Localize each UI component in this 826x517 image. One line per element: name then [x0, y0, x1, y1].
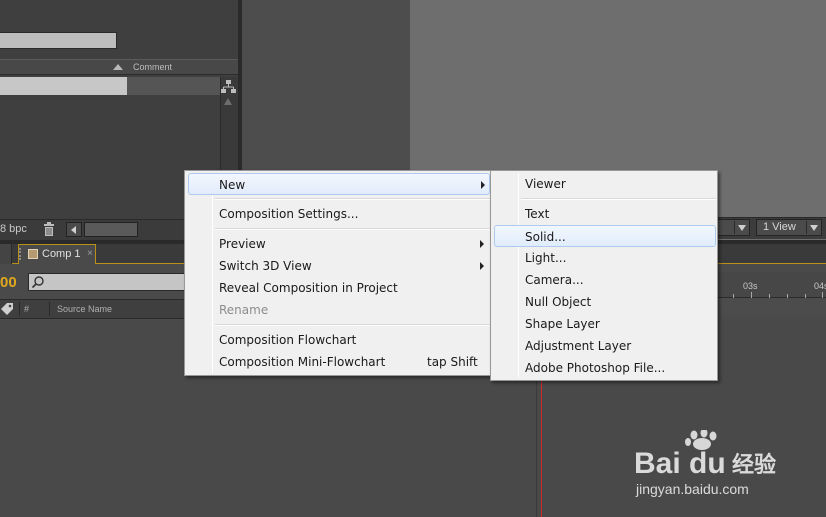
tab-label: Comp 1: [42, 248, 81, 260]
menu-item-composition-mini-flowchart[interactable]: Composition Mini-Flowchart tap Shift: [188, 351, 490, 373]
menu-item-shape-layer[interactable]: Shape Layer: [494, 313, 716, 335]
submenu-arrow-icon: [480, 262, 484, 270]
view-layout-dropdown[interactable]: 1 View: [756, 219, 822, 236]
menu-item-label: Switch 3D View: [219, 259, 312, 273]
sort-ascending-icon[interactable]: [113, 64, 123, 70]
menu-item-label: Light...: [525, 251, 567, 265]
menu-item-label: Viewer: [525, 177, 566, 191]
ruler-tick: [733, 294, 734, 298]
menu-item-new[interactable]: New: [188, 173, 490, 195]
menu-item-composition-flowchart[interactable]: Composition Flowchart: [188, 329, 490, 351]
menu-item-solid[interactable]: Solid...: [494, 225, 716, 247]
chevron-down-icon: [738, 225, 746, 231]
tab-grip-icon[interactable]: [19, 248, 23, 260]
menu-item-rename: Rename: [188, 299, 490, 321]
menu-separator: [215, 324, 490, 326]
ruler-tick: [787, 294, 788, 298]
comment-column-header[interactable]: Comment: [133, 60, 172, 75]
menu-item-switch-3d-view[interactable]: Switch 3D View: [188, 255, 490, 277]
menu-item-null-object[interactable]: Null Object: [494, 291, 716, 313]
watermark-brand: Bai du: [634, 447, 726, 480]
close-icon[interactable]: ×: [87, 246, 93, 262]
menu-item-label: Preview: [219, 237, 266, 251]
menu-item-viewer[interactable]: Viewer: [494, 173, 716, 195]
menu-item-label: Camera...: [525, 273, 584, 287]
ruler-tick-label: 04s: [814, 281, 826, 291]
horizontal-scroll-track[interactable]: [84, 222, 138, 237]
menu-separator: [215, 228, 490, 230]
menu-item-label: Composition Mini-Flowchart: [219, 355, 386, 369]
menu-item-label: Adobe Photoshop File...: [525, 361, 666, 375]
timeline-search-input[interactable]: [28, 273, 188, 291]
menu-item-label: Adjustment Layer: [525, 339, 632, 353]
chevron-down-icon: [810, 225, 818, 231]
column-divider[interactable]: [49, 302, 50, 316]
menu-item-camera[interactable]: Camera...: [494, 269, 716, 291]
timeline-tab-stub[interactable]: [0, 244, 12, 264]
menu-separator: [521, 198, 716, 200]
menu-item-adjustment-layer[interactable]: Adjustment Layer: [494, 335, 716, 357]
bit-depth-label[interactable]: 8 bpc: [0, 222, 27, 236]
watermark-url: jingyan.baidu.com: [635, 481, 749, 497]
layer-number-column-header[interactable]: #: [24, 301, 29, 317]
composition-icon: [28, 249, 38, 259]
menu-item-text[interactable]: Text: [494, 203, 716, 225]
new-submenu: Viewer Text Solid... Light... Camera... …: [490, 170, 718, 381]
trash-icon[interactable]: [43, 222, 55, 236]
source-name-column-header[interactable]: Source Name: [57, 301, 112, 317]
project-item-comment-cell[interactable]: [127, 77, 220, 95]
scroll-up-arrow-icon[interactable]: [224, 98, 232, 105]
baidu-jingyan-watermark: Bai du 经验 jingyan.baidu.com: [634, 430, 776, 497]
menu-item-label: Solid...: [525, 230, 566, 244]
scroll-left-button[interactable]: [66, 222, 82, 237]
menu-item-label: Composition Settings...: [219, 207, 359, 221]
flowchart-icon[interactable]: [221, 80, 236, 94]
ruler-tick: [822, 292, 823, 298]
label-tag-icon[interactable]: [0, 302, 14, 316]
watermark-brand-cn: 经验: [732, 452, 776, 478]
menu-item-label: Text: [525, 207, 550, 221]
menu-item-shortcut: tap Shift: [427, 355, 478, 369]
search-icon: [31, 276, 44, 289]
menu-item-label: Composition Flowchart: [219, 333, 357, 347]
project-search-field[interactable]: [0, 32, 117, 49]
menu-item-reveal-composition[interactable]: Reveal Composition in Project: [188, 277, 490, 299]
column-divider[interactable]: [19, 302, 20, 316]
menu-item-label: Rename: [219, 303, 269, 317]
menu-item-light[interactable]: Light...: [494, 247, 716, 269]
time-navigator[interactable]: [716, 297, 826, 315]
menu-item-composition-settings[interactable]: Composition Settings...: [188, 203, 490, 225]
ruler-tick: [751, 292, 752, 298]
current-time-indicator[interactable]: [541, 380, 542, 517]
menu-item-label: Reveal Composition in Project: [219, 281, 398, 295]
menu-item-preview[interactable]: Preview: [188, 233, 490, 255]
submenu-arrow-icon: [480, 240, 484, 248]
menu-item-label: New: [219, 178, 246, 192]
ruler-tick-label: 03s: [743, 281, 758, 291]
context-menu: New Composition Settings... Preview Swit…: [184, 170, 492, 376]
submenu-arrow-icon: [481, 181, 485, 189]
project-item-selected[interactable]: [0, 77, 127, 95]
timeline-pane-divider[interactable]: [536, 380, 537, 517]
menu-separator: [215, 198, 490, 200]
menu-item-adobe-photoshop-file[interactable]: Adobe Photoshop File...: [494, 357, 716, 379]
view-layout-value: 1 View: [763, 221, 796, 233]
menu-item-label: Null Object: [525, 295, 592, 309]
ruler-tick: [805, 294, 806, 298]
current-time-display[interactable]: 00: [0, 273, 17, 293]
ruler-tick: [769, 294, 770, 298]
menu-item-label: Shape Layer: [525, 317, 600, 331]
